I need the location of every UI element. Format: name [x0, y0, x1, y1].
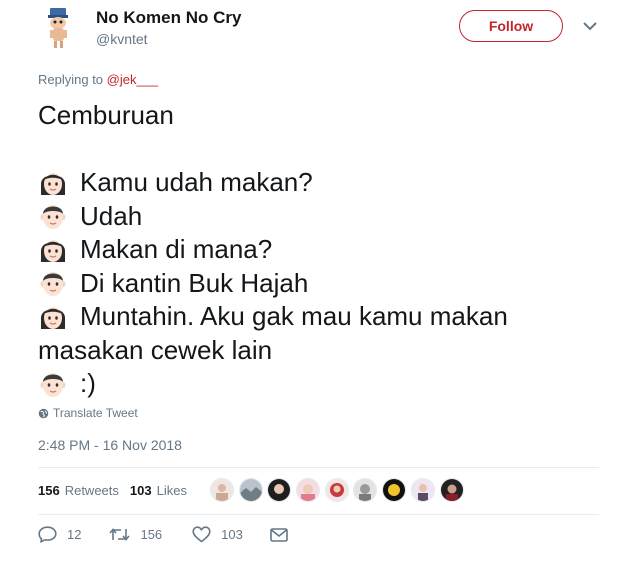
follow-button[interactable]: Follow [459, 10, 563, 42]
tweet-text: Cemburuan Kamu udah makan? Udah Makan di… [38, 99, 613, 401]
divider [38, 467, 599, 468]
tweet-line: :) [38, 367, 613, 401]
tweet-line: Muntahin. Aku gak mau kamu makan [38, 300, 613, 334]
tweet-title-line: Cemburuan [38, 100, 174, 130]
woman-emoji-icon [41, 172, 65, 195]
liker-avatar[interactable] [353, 478, 378, 502]
author-handle[interactable]: @kvntet [96, 31, 148, 47]
tweet-stats: 156 Retweets 103 Likes [38, 483, 198, 498]
likers-avatars [210, 478, 468, 502]
man-emoji-icon [40, 272, 66, 297]
tweet-action-bar: 12 156 103 [38, 526, 298, 543]
reply-icon [38, 526, 57, 543]
woman-emoji-icon [41, 306, 65, 329]
liker-avatar[interactable] [382, 478, 407, 502]
translate-label: Translate Tweet [53, 406, 138, 420]
direct-message-button[interactable] [270, 527, 298, 542]
globe-icon [38, 408, 49, 418]
liker-avatar[interactable] [410, 478, 435, 502]
tweet-line-text: Udah [80, 200, 143, 231]
translate-tweet-link[interactable]: Translate Tweet [38, 406, 138, 420]
tweet-line: Makan di mana? [38, 233, 613, 267]
retweets-count: 156 [38, 483, 60, 498]
tweet-line-text: Di kantin Buk Hajah [80, 267, 309, 298]
replying-to: Replying to @jek___ [38, 72, 158, 87]
divider [38, 514, 599, 515]
author-display-name[interactable]: No Komen No Cry [96, 8, 241, 28]
retweet-button[interactable]: 156 [109, 527, 162, 542]
retweet-icon [109, 528, 131, 541]
replying-prefix: Replying to [38, 72, 107, 87]
tweet-line-text: Makan di mana? [80, 234, 273, 264]
tweet-line: Udah [38, 200, 613, 234]
tweet-timestamp[interactable]: 2:48 PM - 16 Nov 2018 [38, 437, 182, 453]
chevron-down-icon[interactable] [582, 20, 598, 32]
reply-button[interactable]: 12 [38, 526, 81, 543]
retweets-label: Retweets [64, 483, 119, 498]
likes-stat[interactable]: 103 Likes [130, 483, 187, 498]
liker-avatar[interactable] [296, 478, 321, 502]
retweets-stat[interactable]: 156 Retweets [38, 483, 119, 498]
reply-count: 12 [67, 527, 82, 542]
liker-avatar[interactable] [267, 478, 292, 502]
liker-avatar[interactable] [238, 478, 263, 502]
like-count: 103 [221, 527, 243, 542]
tweet-line-text: Muntahin. Aku gak mau kamu makan [80, 301, 508, 331]
like-button[interactable]: 103 [192, 526, 243, 543]
tweet-line: masakan cewek lain [38, 334, 273, 365]
tweet-line: Kamu udah makan? [38, 166, 613, 200]
tweet-line-text: :) [80, 368, 96, 398]
likes-count: 103 [129, 483, 152, 498]
envelope-icon [270, 527, 288, 542]
liker-avatar[interactable] [324, 478, 349, 502]
likes-label: Likes [156, 483, 187, 498]
liker-avatar[interactable] [439, 478, 464, 502]
retweet-count: 156 [140, 527, 163, 542]
tweet-line: Di kantin Buk Hajah [38, 267, 613, 301]
liker-avatar[interactable] [210, 478, 234, 502]
man-emoji-icon [40, 372, 66, 397]
tweet-line-text: Kamu udah makan? [80, 167, 313, 197]
profile-avatar[interactable] [38, 6, 80, 50]
reply-mention-link[interactable]: @jek___ [107, 72, 159, 87]
man-emoji-icon [40, 205, 66, 230]
woman-emoji-icon [41, 239, 65, 262]
heart-icon [192, 526, 211, 543]
